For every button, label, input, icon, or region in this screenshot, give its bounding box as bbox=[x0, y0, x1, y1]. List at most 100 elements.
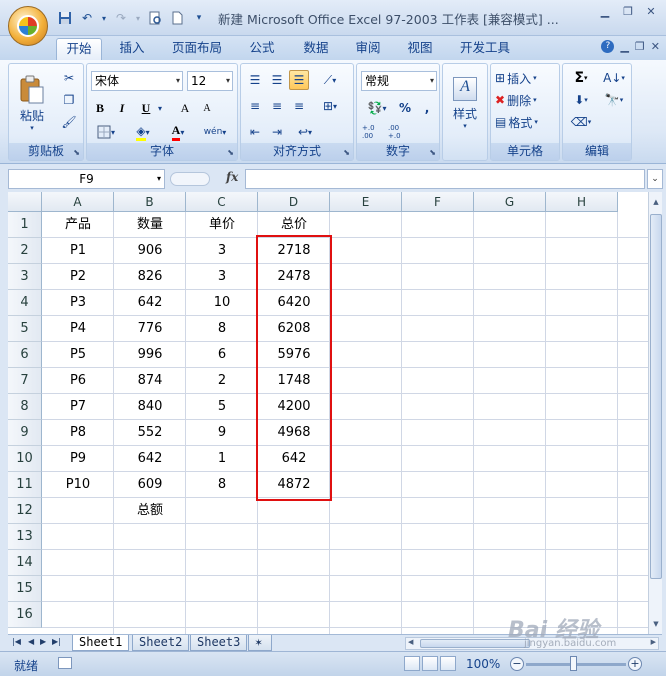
prev-sheet-icon[interactable]: ◀ bbox=[28, 637, 34, 646]
first-sheet-icon[interactable]: |◀ bbox=[12, 637, 21, 646]
vertical-scroll-thumb[interactable] bbox=[650, 214, 662, 579]
ribbon-minimize-icon[interactable]: ▁ bbox=[620, 40, 628, 53]
cell-product[interactable]: P9 bbox=[42, 446, 114, 472]
delete-cells-button[interactable]: ✖ 删除 ▾ bbox=[494, 90, 556, 110]
new-document-icon[interactable] bbox=[168, 9, 186, 27]
row-header-5[interactable]: 5 bbox=[8, 316, 42, 342]
select-all-corner[interactable] bbox=[8, 192, 42, 212]
column-header-h[interactable]: H bbox=[546, 192, 618, 212]
cell-quantity[interactable]: 609 bbox=[114, 472, 186, 498]
cell-quantity[interactable]: 826 bbox=[114, 264, 186, 290]
redo-icon[interactable]: ↷ bbox=[112, 9, 130, 27]
cell-quantity[interactable]: 552 bbox=[114, 420, 186, 446]
row-header-14[interactable]: 14 bbox=[8, 550, 42, 576]
underline-button[interactable]: U bbox=[137, 98, 155, 118]
tab-view[interactable]: 视图 bbox=[398, 38, 442, 60]
cell-unit-price[interactable]: 2 bbox=[186, 368, 258, 394]
tab-formulas[interactable]: 公式 bbox=[240, 38, 284, 60]
cell-quantity[interactable]: 996 bbox=[114, 342, 186, 368]
name-box[interactable]: F9 ▾ bbox=[8, 169, 165, 189]
cell-unit-price[interactable]: 8 bbox=[186, 472, 258, 498]
customize-qat-icon[interactable]: ▾ bbox=[190, 9, 208, 27]
cell-product[interactable]: P5 bbox=[42, 342, 114, 368]
cell-quantity[interactable]: 840 bbox=[114, 394, 186, 420]
format-painter-icon[interactable]: 🖌 bbox=[59, 112, 79, 132]
expand-formula-bar-icon[interactable]: ⌄ bbox=[647, 169, 663, 189]
cell-quantity[interactable]: 874 bbox=[114, 368, 186, 394]
cell-unit-price[interactable]: 9 bbox=[186, 420, 258, 446]
tab-page-layout[interactable]: 页面布局 bbox=[166, 38, 228, 60]
column-header-g[interactable]: G bbox=[474, 192, 546, 212]
align-right-icon[interactable]: ≡ bbox=[289, 96, 309, 116]
zoom-out-icon[interactable]: − bbox=[510, 657, 524, 671]
paste-button[interactable]: 粘贴 ▾ bbox=[13, 68, 51, 138]
header-cell-quantity[interactable]: 数量 bbox=[114, 212, 186, 238]
cell-quantity[interactable]: 776 bbox=[114, 316, 186, 342]
row-header-7[interactable]: 7 bbox=[8, 368, 42, 394]
italic-button[interactable]: I bbox=[113, 98, 131, 118]
cell-product[interactable]: P3 bbox=[42, 290, 114, 316]
redo-dropdown-icon[interactable]: ▾ bbox=[134, 9, 142, 27]
zoom-level[interactable]: 100% bbox=[466, 657, 500, 671]
ribbon-close-icon[interactable]: ✕ bbox=[651, 40, 660, 53]
column-header-f[interactable]: F bbox=[402, 192, 474, 212]
tab-review[interactable]: 审阅 bbox=[346, 38, 390, 60]
row-header-16[interactable]: 16 bbox=[8, 602, 42, 628]
phonetic-button[interactable]: wén ▾ bbox=[197, 122, 233, 142]
cell-unit-price[interactable]: 1 bbox=[186, 446, 258, 472]
clear-icon[interactable]: ⌫ ▾ bbox=[566, 112, 596, 132]
restore-icon[interactable]: ❐ bbox=[617, 2, 639, 20]
zoom-slider-thumb[interactable] bbox=[570, 656, 577, 671]
font-name-combo[interactable]: 宋体 ▾ bbox=[91, 71, 183, 91]
row-header-15[interactable]: 15 bbox=[8, 576, 42, 602]
column-header-b[interactable]: B bbox=[114, 192, 186, 212]
copy-icon[interactable]: ❐ bbox=[59, 90, 79, 110]
sheet-tab-3[interactable]: Sheet3 bbox=[190, 635, 248, 651]
save-icon[interactable] bbox=[56, 9, 74, 27]
row-header-10[interactable]: 10 bbox=[8, 446, 42, 472]
grow-font-button[interactable]: A bbox=[175, 98, 195, 118]
find-select-icon[interactable]: 🔭 ▾ bbox=[599, 90, 629, 110]
tab-insert[interactable]: 插入 bbox=[110, 38, 154, 60]
accounting-format-icon[interactable]: 💱 ▾ bbox=[361, 98, 393, 118]
scroll-down-icon[interactable]: ▼ bbox=[650, 618, 662, 630]
cell-product[interactable]: P10 bbox=[42, 472, 114, 498]
align-left-icon[interactable]: ≡ bbox=[245, 96, 265, 116]
font-name-dropdown-icon[interactable]: ▾ bbox=[176, 72, 180, 90]
sort-filter-icon[interactable]: A↓ ▾ bbox=[599, 68, 629, 88]
row-header-13[interactable]: 13 bbox=[8, 524, 42, 550]
undo-dropdown-icon[interactable]: ▾ bbox=[100, 9, 108, 27]
font-color-button[interactable]: A ▾ bbox=[163, 122, 193, 142]
cell-unit-price[interactable]: 8 bbox=[186, 316, 258, 342]
shrink-font-button[interactable]: A bbox=[197, 98, 217, 118]
align-top-icon[interactable]: ☰ bbox=[245, 70, 265, 90]
sheet-tab-2[interactable]: Sheet2 bbox=[132, 635, 190, 651]
number-format-dropdown-icon[interactable]: ▾ bbox=[430, 72, 434, 90]
row-header-4[interactable]: 4 bbox=[8, 290, 42, 316]
row-header-6[interactable]: 6 bbox=[8, 342, 42, 368]
insert-cells-button[interactable]: ⊞ 插入 ▾ bbox=[494, 68, 556, 88]
next-sheet-icon[interactable]: ▶ bbox=[40, 637, 46, 646]
align-middle-icon[interactable]: ☰ bbox=[267, 70, 287, 90]
worksheet-grid[interactable]: ABCDEFGH 1 2 3 4 5 6 7 8 9 10 11 12 13 14 15 16 产品 数量 单价总… bbox=[8, 192, 648, 634]
cell-product[interactable]: P8 bbox=[42, 420, 114, 446]
font-launcher-icon[interactable]: ⬊ bbox=[227, 148, 234, 157]
total-label-cell[interactable]: 总额 bbox=[114, 498, 186, 524]
row-header-12[interactable]: 12 bbox=[8, 498, 42, 524]
formula-input[interactable] bbox=[245, 169, 645, 189]
borders-button[interactable]: ▾ bbox=[91, 122, 121, 142]
minimize-icon[interactable]: ▁ bbox=[594, 2, 616, 20]
zoom-in-icon[interactable]: + bbox=[628, 657, 642, 671]
font-size-dropdown-icon[interactable]: ▾ bbox=[226, 72, 230, 90]
styles-button[interactable]: A 样式 ▾ bbox=[447, 68, 483, 138]
ribbon-restore-icon[interactable]: ❐ bbox=[635, 40, 645, 53]
page-layout-view-icon[interactable] bbox=[422, 656, 438, 671]
close-icon[interactable]: ✕ bbox=[640, 2, 662, 20]
cell-product[interactable]: P4 bbox=[42, 316, 114, 342]
undo-icon[interactable]: ↶ bbox=[78, 9, 96, 27]
scroll-left-icon[interactable]: ◀ bbox=[408, 638, 413, 646]
alignment-launcher-icon[interactable]: ⬊ bbox=[343, 148, 350, 157]
number-format-combo[interactable]: 常规 ▾ bbox=[361, 71, 437, 91]
row-header-11[interactable]: 11 bbox=[8, 472, 42, 498]
column-header-c[interactable]: C bbox=[186, 192, 258, 212]
